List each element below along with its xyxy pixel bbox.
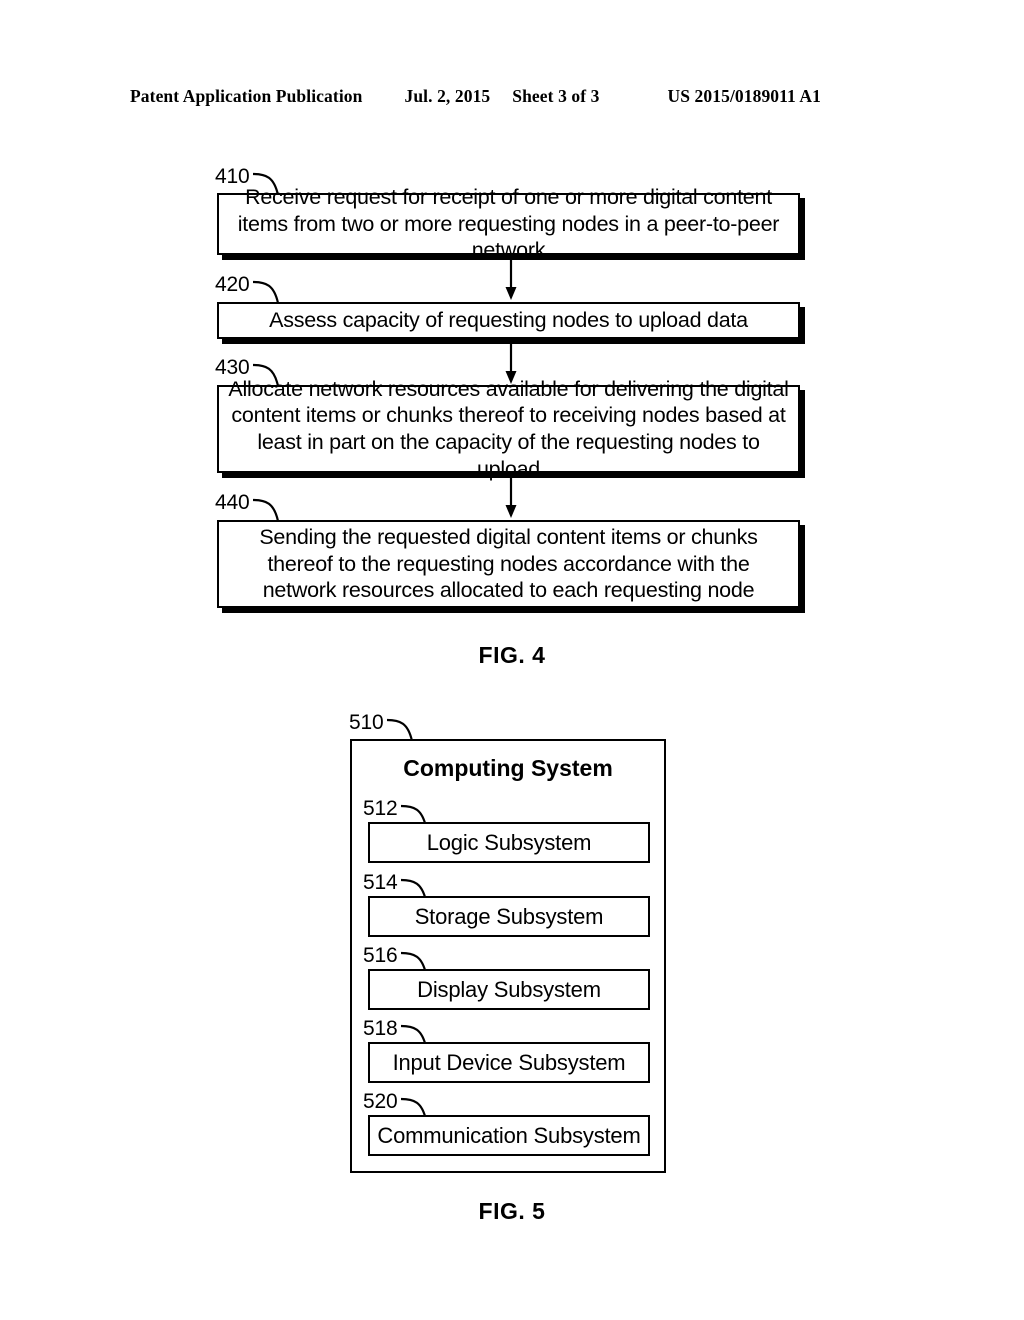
figure-4-caption: FIG. 4 [478, 642, 546, 668]
ref-label-520: 520 [363, 1090, 398, 1113]
process-box-440-text: Sending the requested digital content it… [259, 525, 758, 603]
ref-label-420: 420 [215, 273, 250, 296]
header-sheet-number: Sheet 3 of 3 [512, 86, 600, 106]
arrow-430-to-440 [505, 477, 517, 518]
computing-system-title: Computing System [403, 755, 613, 781]
ref-label-510: 510 [349, 711, 384, 734]
arrow-410-to-420 [505, 259, 517, 300]
header-date: Jul. 2, 2015 [404, 86, 491, 106]
process-box-430-text: Allocate network resources available for… [228, 376, 789, 481]
process-box-410: Receive request for receipt of one or mo… [217, 185, 800, 262]
header-patent-number: US 2015/0189011 A1 [667, 86, 821, 106]
subsystem-label-storage: Storage Subsystem [414, 903, 604, 929]
ref-label-440: 440 [215, 491, 250, 514]
subsystem-box-logic: Logic Subsystem [368, 822, 650, 863]
figure-5-caption: FIG. 5 [478, 1198, 546, 1224]
subsystem-label-communication: Communication Subsystem [377, 1122, 641, 1148]
subsystem-box-communication: Communication Subsystem [368, 1115, 650, 1156]
process-box-440: Sending the requested digital content it… [217, 520, 800, 608]
header-publication-title: Patent Application Publication [130, 86, 363, 106]
page-header: Patent Application Publication Jul. 2, 2… [130, 86, 890, 112]
subsystem-label-logic: Logic Subsystem [426, 829, 592, 855]
process-box-410-text: Receive request for receipt of one or mo… [237, 185, 780, 263]
ref-label-514: 514 [363, 871, 398, 894]
subsystem-label-input-device: Input Device Subsystem [392, 1049, 626, 1075]
ref-label-512: 512 [363, 797, 398, 820]
subsystem-box-storage: Storage Subsystem [368, 896, 650, 937]
subsystem-box-display: Display Subsystem [368, 969, 650, 1010]
subsystem-label-display: Display Subsystem [417, 976, 601, 1002]
process-box-420-text: Assess capacity of requesting nodes to u… [269, 308, 748, 333]
process-box-420: Assess capacity of requesting nodes to u… [217, 302, 800, 339]
process-box-430: Allocate network resources available for… [217, 377, 800, 481]
ref-label-518: 518 [363, 1017, 398, 1040]
ref-label-516: 516 [363, 944, 398, 967]
subsystem-box-input-device: Input Device Subsystem [368, 1042, 650, 1083]
